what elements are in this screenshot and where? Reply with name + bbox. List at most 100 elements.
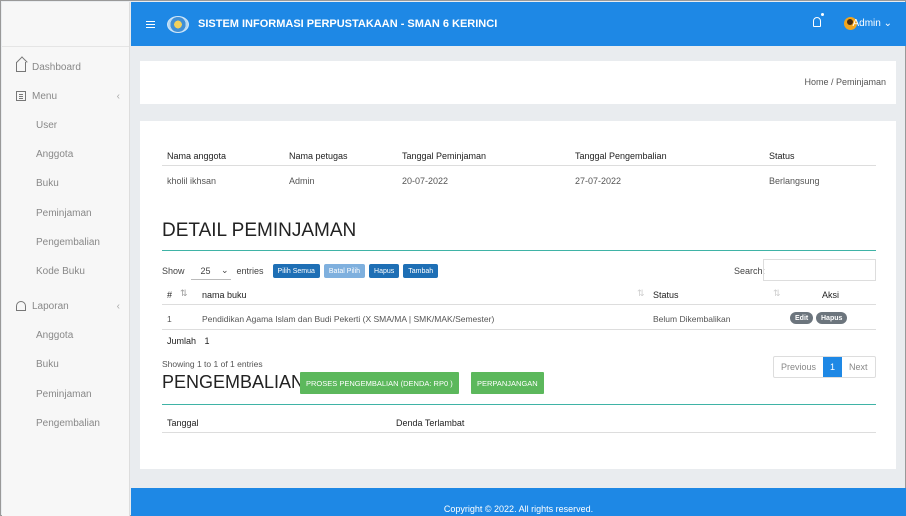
col-header-status[interactable]: Status xyxy=(653,290,679,300)
loan-header-return-date: Tanggal Pengembalian xyxy=(575,151,667,161)
report-icon xyxy=(16,301,26,311)
previous-button[interactable]: Previous xyxy=(774,357,823,377)
sidebar-item-label: Peminjaman xyxy=(36,388,92,400)
search-label: Search: xyxy=(734,266,766,276)
sort-icon[interactable]: ⇅ xyxy=(180,288,188,299)
sidebar-item-label: Buku xyxy=(36,358,59,370)
col-header-date: Tanggal xyxy=(167,418,199,428)
breadcrumb: Home / Peminjaman xyxy=(804,77,886,87)
sidebar-item-laporan[interactable]: Laporan ‹ xyxy=(2,296,130,316)
chevron-left-icon: ‹ xyxy=(116,300,120,312)
search-input[interactable] xyxy=(763,259,876,281)
cancel-select-button[interactable]: Batal Pilih xyxy=(323,264,366,278)
divider xyxy=(162,250,876,251)
sidebar-item-label: Laporan xyxy=(32,300,69,312)
sidebar-item-pengembalian[interactable]: Pengembalian xyxy=(2,232,130,252)
sidebar-item-menu[interactable]: Menu ‹ xyxy=(2,86,130,106)
sidebar-item-label: Menu xyxy=(32,90,58,102)
return-heading: PENGEMBALIAN xyxy=(162,372,305,392)
menu-book-icon xyxy=(16,91,26,101)
detail-heading: DETAIL PEMINJAMAN xyxy=(162,220,357,241)
total-value: 1 xyxy=(204,336,210,346)
extend-button[interactable]: PERPANJANGAN xyxy=(471,372,544,394)
col-header-late-fine: Denda Terlambat xyxy=(396,418,465,428)
row-delete-button[interactable]: Hapus xyxy=(816,312,848,324)
sidebar-item-laporan-buku[interactable]: Buku xyxy=(2,354,130,374)
sidebar: Dashboard Menu ‹ User Anggota Buku Pemin… xyxy=(2,2,130,516)
footer: Copyright © 2022. All rights reserved. xyxy=(131,488,906,516)
divider xyxy=(162,165,876,166)
entries-select[interactable]: 25 ⌄ xyxy=(190,263,231,280)
process-return-button[interactable]: PROSES PENGEMBALIAN (DENDA: RP0 ) xyxy=(300,372,459,394)
sort-icon[interactable]: ⇅ xyxy=(637,288,645,299)
app-frame: Dashboard Menu ‹ User Anggota Buku Pemin… xyxy=(0,0,906,516)
home-icon xyxy=(16,62,26,72)
sidebar-item-laporan-anggota[interactable]: Anggota xyxy=(2,325,130,345)
select-all-button[interactable]: Pilih Semua xyxy=(272,264,320,278)
loan-date: 20-07-2022 xyxy=(402,176,449,186)
topbar: SISTEM INFORMASI PERPUSTAKAAN - SMAN 6 K… xyxy=(131,2,906,46)
sidebar-item-peminjaman[interactable]: Peminjaman xyxy=(2,203,130,223)
divider xyxy=(162,404,876,405)
sidebar-item-label: Anggota xyxy=(36,329,74,341)
hamburger-icon[interactable] xyxy=(146,20,155,28)
sort-icon[interactable]: ⇅ xyxy=(773,288,781,299)
sidebar-item-user[interactable]: User xyxy=(2,115,130,135)
delete-button[interactable]: Hapus xyxy=(369,264,400,278)
sidebar-brand xyxy=(2,2,129,47)
sidebar-item-label: Anggota xyxy=(36,148,74,160)
row-number: 1 xyxy=(167,314,172,324)
chevron-left-icon: ‹ xyxy=(116,90,120,102)
loan-member: kholil ikhsan xyxy=(167,176,217,186)
loan-header-officer: Nama petugas xyxy=(289,151,348,161)
sidebar-item-laporan-peminjaman[interactable]: Peminjaman xyxy=(2,384,130,404)
edit-button[interactable]: Edit xyxy=(790,312,814,324)
main-card: Nama anggota Nama petugas Tanggal Peminj… xyxy=(140,121,896,469)
loan-header-member: Nama anggota xyxy=(167,151,227,161)
school-logo xyxy=(167,15,189,33)
breadcrumb-bar: Home / Peminjaman xyxy=(140,61,896,104)
sidebar-item-label: Pengembalian xyxy=(36,417,100,429)
sidebar-item-kode-buku[interactable]: Kode Buku xyxy=(2,261,130,281)
page-1-button[interactable]: 1 xyxy=(823,357,843,377)
sidebar-item-dashboard[interactable]: Dashboard xyxy=(2,57,130,77)
copyright: Copyright © 2022. All rights reserved. xyxy=(443,504,594,514)
notification-dot xyxy=(821,13,824,16)
total-label: Jumlah xyxy=(167,336,197,346)
divider xyxy=(162,432,876,433)
total-row: Jumlah 1 xyxy=(167,336,210,346)
sidebar-item-label: Peminjaman xyxy=(36,207,92,219)
sidebar-item-label: Dashboard xyxy=(32,61,81,73)
sidebar-item-label: Pengembalian xyxy=(36,236,100,248)
entries-value: 25 xyxy=(200,265,211,276)
app-title: SISTEM INFORMASI PERPUSTAKAAN - SMAN 6 K… xyxy=(198,18,498,30)
chevron-down-icon: ⌄ xyxy=(220,265,229,275)
showing-info: Showing 1 to 1 of 1 entries xyxy=(162,359,263,369)
table-controls: Show 25 ⌄ entries Pilih Semua Batal Pili… xyxy=(162,261,439,281)
divider xyxy=(162,329,876,330)
loan-officer: Admin xyxy=(289,176,315,186)
bell-icon[interactable] xyxy=(813,17,821,27)
next-button[interactable]: Next xyxy=(842,357,875,377)
show-label: Show xyxy=(162,266,185,276)
row-book-name: Pendidikan Agama Islam dan Budi Pekerti … xyxy=(202,314,495,324)
sidebar-item-label: Buku xyxy=(36,177,59,189)
col-header-action: Aksi xyxy=(822,290,840,300)
divider xyxy=(162,304,876,305)
user-menu[interactable]: Admin ⌄ xyxy=(852,18,892,29)
loan-header-loan-date: Tanggal Peminjaman xyxy=(402,151,487,161)
pagination: Previous 1 Next xyxy=(773,356,876,378)
col-header-number[interactable]: # xyxy=(167,290,172,300)
sidebar-item-laporan-pengembalian[interactable]: Pengembalian xyxy=(2,413,130,433)
sidebar-item-anggota[interactable]: Anggota xyxy=(2,144,130,164)
sidebar-item-buku[interactable]: Buku xyxy=(2,173,130,193)
sidebar-item-label: Kode Buku xyxy=(36,265,85,277)
entries-label: entries xyxy=(236,266,264,276)
add-button[interactable]: Tambah xyxy=(403,264,439,278)
loan-header-status: Status xyxy=(769,151,795,161)
return-date: 27-07-2022 xyxy=(575,176,622,186)
sidebar-item-label: User xyxy=(36,119,58,131)
row-status: Belum Dikembalikan xyxy=(653,314,731,324)
loan-status: Berlangsung xyxy=(769,176,820,186)
col-header-book-name[interactable]: nama buku xyxy=(202,290,247,300)
